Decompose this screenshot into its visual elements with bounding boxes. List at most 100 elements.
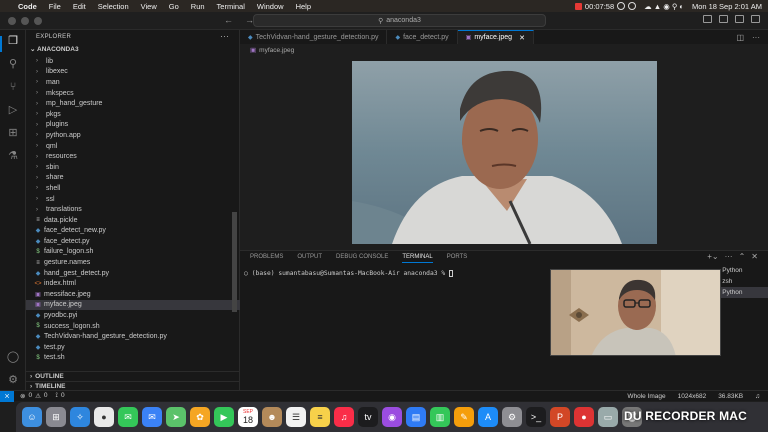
- back-arrow-icon[interactable]: ←: [224, 15, 233, 25]
- menu-run[interactable]: Run: [191, 2, 205, 11]
- toggle-sidebar-icon[interactable]: [703, 15, 712, 23]
- menu-edit[interactable]: Edit: [73, 2, 86, 11]
- file-item[interactable]: ◆ hand_gest_detect.py: [26, 268, 240, 279]
- maximize-panel-icon[interactable]: ⌃: [739, 252, 746, 261]
- launchpad-icon[interactable]: ⊞: [46, 407, 66, 427]
- facetime-icon[interactable]: ▶: [214, 407, 234, 427]
- outline-section[interactable]: › OUTLINE: [26, 371, 240, 381]
- file-item[interactable]: ≡ data.pickle: [26, 215, 240, 226]
- command-center-search[interactable]: ⚲ anaconda3: [253, 14, 546, 27]
- finder-icon[interactable]: ☺: [22, 407, 42, 427]
- messages-icon[interactable]: ✉: [118, 407, 138, 427]
- menu-help[interactable]: Help: [296, 2, 311, 11]
- file-item[interactable]: <> index.html: [26, 278, 240, 289]
- explorer-icon[interactable]: ❐: [6, 34, 20, 48]
- file-item[interactable]: ◆ face_detect.py: [26, 236, 240, 247]
- file-item[interactable]: $ test.sh: [26, 353, 240, 364]
- mail-icon[interactable]: ✉: [142, 407, 162, 427]
- folder-item[interactable]: › pkgs: [26, 109, 240, 120]
- screen-recorder-icon[interactable]: ●: [574, 407, 594, 427]
- notes-icon[interactable]: ≡: [310, 407, 330, 427]
- file-item[interactable]: $ success_logon.sh: [26, 321, 240, 332]
- calendar-icon[interactable]: SEP 18: [238, 407, 258, 427]
- menubar-datetime[interactable]: Mon 18 Sep 2:01 AM: [692, 2, 762, 11]
- maps-icon[interactable]: ➤: [166, 407, 186, 427]
- menu-view[interactable]: View: [141, 2, 157, 11]
- workspace-root[interactable]: ⌄ ANACONDA3: [30, 45, 79, 53]
- folder-item[interactable]: › share: [26, 173, 240, 184]
- pages-icon[interactable]: ✎: [454, 407, 474, 427]
- file-item[interactable]: ◆ TechVidvan-hand_gesture_detection.py: [26, 331, 240, 342]
- toggle-secondary-sidebar-icon[interactable]: [735, 15, 744, 23]
- system-settings-icon[interactable]: ⚙: [502, 407, 522, 427]
- folder-item[interactable]: › ssl: [26, 194, 240, 205]
- file-item[interactable]: ▣ myface.jpeg: [26, 299, 240, 311]
- folder-item[interactable]: › mp_hand_gesture: [26, 98, 240, 109]
- folder-item[interactable]: › plugins: [26, 120, 240, 131]
- testing-icon[interactable]: ⚗: [6, 149, 20, 163]
- powerpoint-icon[interactable]: P: [550, 407, 570, 427]
- close-tab-icon[interactable]: ✕: [519, 34, 525, 42]
- terminal-output[interactable]: ○ (base) sumantabasu@Sumantas-MacBook-Ai…: [244, 270, 454, 277]
- panel-more-icon[interactable]: ···: [725, 252, 733, 261]
- keynote-icon[interactable]: ▤: [406, 407, 426, 427]
- split-editor-icon[interactable]: ◫: [736, 33, 744, 42]
- panel-tab-output[interactable]: OUTPUT: [297, 254, 322, 263]
- image-zoom-mode[interactable]: Whole Image: [627, 393, 665, 400]
- source-control-icon[interactable]: ⑂: [6, 80, 20, 94]
- panel-tab-debug-console[interactable]: DEBUG CONSOLE: [336, 254, 388, 263]
- folder-item[interactable]: › mkspecs: [26, 88, 240, 99]
- editor-tab[interactable]: ◆ face_detect.py: [387, 30, 458, 44]
- folder-item[interactable]: › resources: [26, 151, 240, 162]
- folder-item[interactable]: › sbin: [26, 162, 240, 173]
- file-item[interactable]: ◆ face_detect_new.py: [26, 226, 240, 237]
- folder-item[interactable]: › man: [26, 77, 240, 88]
- close-window-icon[interactable]: [8, 16, 16, 25]
- toggle-panel-icon[interactable]: [719, 15, 728, 23]
- panel-tab-ports[interactable]: PORTS: [447, 254, 468, 263]
- minimize-window-icon[interactable]: [21, 16, 29, 25]
- app-menu[interactable]: Code: [18, 2, 37, 11]
- folder-item[interactable]: › qml: [26, 141, 240, 152]
- panel-tab-problems[interactable]: PROBLEMS: [250, 254, 283, 263]
- photos-icon[interactable]: ✿: [190, 407, 210, 427]
- sidebar-scrollbar[interactable]: [232, 212, 237, 312]
- notifications-bell-icon[interactable]: ♫: [755, 393, 760, 400]
- safari-icon[interactable]: ✧: [70, 407, 90, 427]
- menu-window[interactable]: Window: [257, 2, 284, 11]
- folder-item[interactable]: › libexec: [26, 67, 240, 78]
- file-item[interactable]: ≡ gesture.names: [26, 257, 240, 268]
- customize-layout-icon[interactable]: [751, 15, 760, 23]
- recording-indicator[interactable]: 00:07:58: [574, 2, 637, 11]
- settings-icon[interactable]: [628, 2, 637, 10]
- menu-file[interactable]: File: [49, 2, 61, 11]
- editor-tab[interactable]: ▣ myface.jpeg ✕: [457, 30, 534, 44]
- appletv-icon[interactable]: tv: [358, 407, 378, 427]
- file-item[interactable]: ◆ pyodbc.pyi: [26, 310, 240, 321]
- reminders-icon[interactable]: ☰: [286, 407, 306, 427]
- extensions-icon[interactable]: ⊞: [6, 126, 20, 140]
- menu-terminal[interactable]: Terminal: [217, 2, 245, 11]
- folder-item[interactable]: › lib: [26, 56, 240, 67]
- pause-icon[interactable]: [617, 2, 626, 10]
- appstore-icon[interactable]: A: [478, 407, 498, 427]
- editor-tab[interactable]: ◆ TechVidvan-hand_gesture_detection.py: [240, 30, 388, 44]
- editor-more-icon[interactable]: ···: [752, 33, 760, 42]
- run-debug-icon[interactable]: ▷: [6, 103, 20, 117]
- problems-indicator[interactable]: ⊗ 0 ⚠ 0: [20, 392, 48, 400]
- contacts-icon[interactable]: ☻: [262, 407, 282, 427]
- file-item[interactable]: ▣ messiface.jpeg: [26, 289, 240, 300]
- image-preview[interactable]: [352, 61, 657, 244]
- breadcrumb-file[interactable]: myface.jpeg: [259, 47, 294, 54]
- finder-window-icon[interactable]: ▭: [598, 407, 618, 427]
- folder-item[interactable]: › translations: [26, 204, 240, 215]
- chrome-icon[interactable]: ●: [94, 407, 114, 427]
- status-icons[interactable]: ☁ ▲ ◉ ⚲ ◐: [644, 2, 684, 11]
- folder-item[interactable]: › shell: [26, 183, 240, 194]
- file-item[interactable]: $ failure_logon.sh: [26, 247, 240, 258]
- panel-tab-terminal[interactable]: TERMINAL: [402, 254, 433, 263]
- new-terminal-icon[interactable]: +⌄: [707, 252, 718, 261]
- search-view-icon[interactable]: ⚲: [6, 57, 20, 71]
- ports-indicator[interactable]: ⟟ 0: [56, 392, 65, 400]
- file-item[interactable]: ◆ test.py: [26, 342, 240, 353]
